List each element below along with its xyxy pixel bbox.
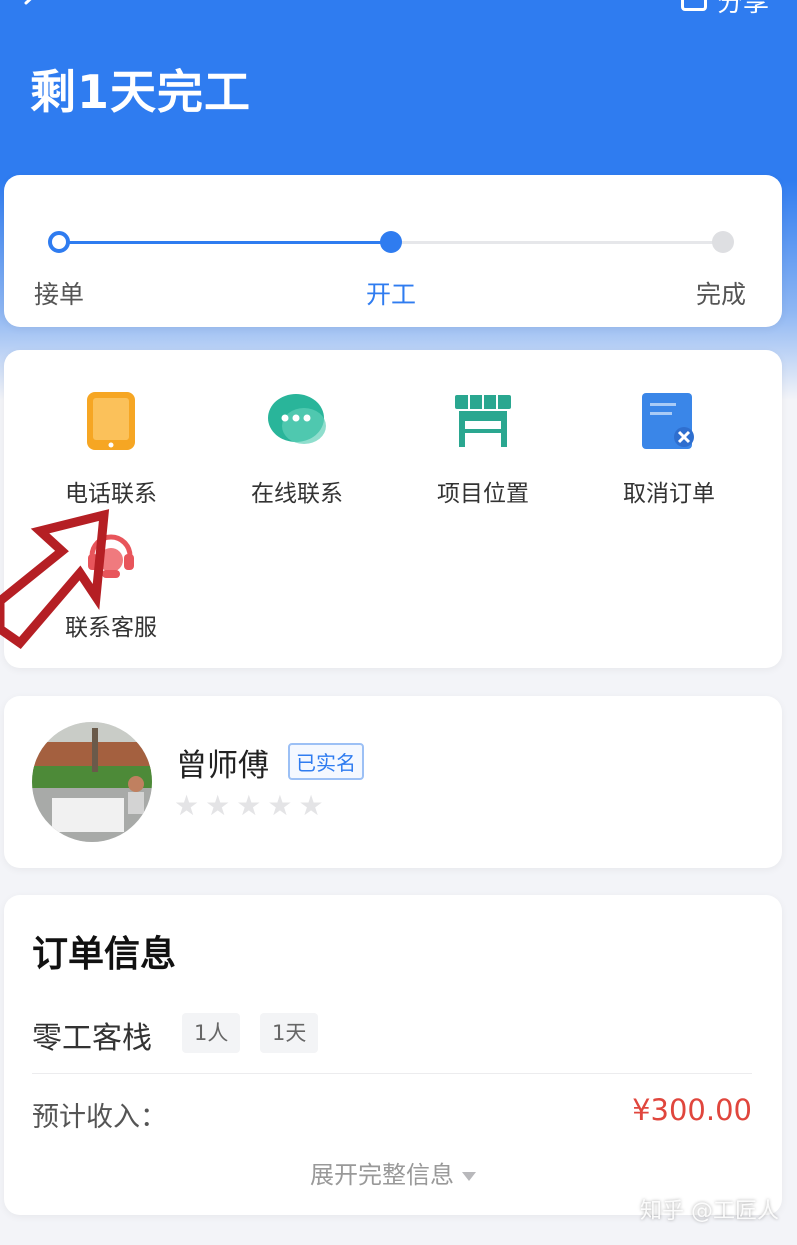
progress-card: 接单 开工 完成 bbox=[4, 175, 782, 327]
income-label: 预计收入： bbox=[32, 1102, 167, 1133]
order-tag-people: 1人 bbox=[182, 1013, 241, 1053]
verified-badge: 已实名 bbox=[288, 743, 364, 780]
annotation-arrow-icon bbox=[0, 509, 110, 650]
star-icon: ★ bbox=[236, 789, 262, 822]
star-icon: ★ bbox=[174, 789, 200, 822]
chevron-left-icon bbox=[24, 0, 32, 5]
worker-card[interactable]: 曾师傅 已实名 ★ ★ ★ ★ ★ bbox=[4, 696, 782, 868]
location-shop-icon bbox=[450, 388, 516, 454]
step-dot-started bbox=[380, 231, 402, 253]
share-label: 分享 bbox=[716, 0, 769, 18]
step-label-accepted: 接单 bbox=[34, 280, 85, 309]
online-contact-button[interactable]: 在线联系 bbox=[204, 388, 390, 508]
order-info-card: 订单信息 零工客栈 1人 1天 预计收入： ¥300.00 展开完整信息 bbox=[4, 895, 782, 1215]
share-icon bbox=[680, 0, 707, 11]
step-label-started: 开工 bbox=[366, 280, 417, 309]
star-icon: ★ bbox=[298, 789, 324, 822]
chat-icon bbox=[264, 388, 330, 454]
online-contact-label: 在线联系 bbox=[251, 481, 343, 507]
cancel-order-label: 取消订单 bbox=[623, 481, 715, 507]
actions-card: 电话联系 在线联系 项目位置 取消订单 联系客服 bbox=[4, 350, 782, 668]
rating-stars: ★ ★ ★ ★ ★ bbox=[174, 792, 324, 820]
progress-track-pending bbox=[394, 241, 726, 244]
caret-down-icon bbox=[462, 1171, 476, 1181]
order-name: 零工客栈 bbox=[32, 1021, 152, 1056]
progress-track-completed bbox=[62, 241, 394, 244]
expand-info-label: 展开完整信息 bbox=[310, 1161, 454, 1189]
worker-name: 曾师傅 bbox=[176, 748, 269, 784]
avatar[interactable] bbox=[32, 722, 152, 842]
phone-icon bbox=[78, 388, 144, 454]
watermark: 知乎 @工匠人 bbox=[640, 1199, 779, 1224]
cancel-document-icon bbox=[636, 388, 702, 454]
income-value: ¥300.00 bbox=[632, 1093, 752, 1127]
star-icon: ★ bbox=[205, 789, 231, 822]
back-button[interactable] bbox=[18, 0, 48, 18]
share-button[interactable]: 分享 bbox=[680, 0, 769, 18]
order-section-title: 订单信息 bbox=[32, 934, 177, 975]
step-dot-accepted bbox=[48, 231, 70, 253]
phone-contact-label: 电话联系 bbox=[65, 481, 157, 507]
page-title: 剩1天完工 bbox=[30, 65, 252, 119]
cancel-order-button[interactable]: 取消订单 bbox=[576, 388, 762, 508]
divider bbox=[32, 1073, 752, 1074]
step-label-finished: 完成 bbox=[695, 280, 746, 309]
phone-contact-button[interactable]: 电话联系 bbox=[18, 388, 204, 508]
step-dot-finished bbox=[712, 231, 734, 253]
expand-info-button[interactable]: 展开完整信息 bbox=[4, 1155, 782, 1190]
order-tag-days: 1天 bbox=[260, 1013, 319, 1053]
project-location-label: 项目位置 bbox=[437, 481, 529, 507]
project-location-button[interactable]: 项目位置 bbox=[390, 388, 576, 508]
star-icon: ★ bbox=[267, 789, 293, 822]
